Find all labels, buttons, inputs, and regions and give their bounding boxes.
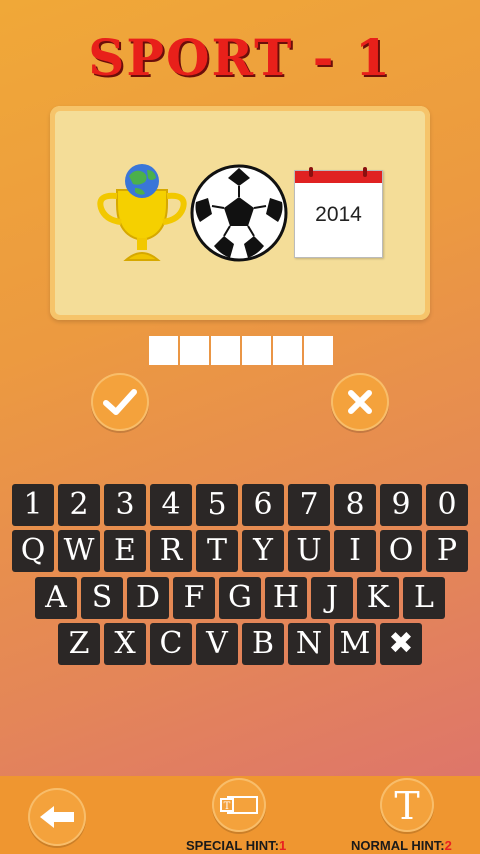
key-l[interactable]: L	[403, 577, 445, 619]
backspace-key[interactable]: ✖	[380, 623, 422, 665]
special-hint-text: SPECIAL HINT:1	[186, 838, 286, 853]
key-m[interactable]: M	[334, 623, 376, 665]
answer-slot[interactable]	[242, 336, 271, 365]
svg-text:T: T	[394, 785, 419, 825]
key-d[interactable]: D	[127, 577, 169, 619]
special-hint-count: 1	[278, 838, 287, 853]
answer-slot[interactable]	[211, 336, 240, 365]
key-3[interactable]: 3	[104, 484, 146, 526]
special-hint-icon: T	[220, 796, 258, 814]
calendar-icon: 2014	[294, 167, 383, 258]
key-7[interactable]: 7	[288, 484, 330, 526]
key-o[interactable]: O	[380, 530, 422, 572]
key-w[interactable]: W	[58, 530, 100, 572]
key-r[interactable]: R	[150, 530, 192, 572]
normal-hint-count: 2	[444, 838, 452, 853]
key-z[interactable]: Z	[58, 623, 100, 665]
submit-answer-button[interactable]	[91, 373, 149, 431]
key-9[interactable]: 9	[380, 484, 422, 526]
key-v[interactable]: V	[196, 623, 238, 665]
key-4[interactable]: 4	[150, 484, 192, 526]
key-e[interactable]: E	[104, 530, 146, 572]
key-y[interactable]: Y	[242, 530, 284, 572]
normal-hint-button[interactable]: T	[380, 778, 434, 832]
answer-slots	[149, 336, 333, 365]
key-b[interactable]: B	[242, 623, 284, 665]
answer-slot[interactable]	[180, 336, 209, 365]
svg-text:T: T	[224, 801, 231, 812]
page-title: SPORT - 1	[88, 28, 392, 87]
answer-slot[interactable]	[273, 336, 302, 365]
key-p[interactable]: P	[426, 530, 468, 572]
keyboard-row-numbers: 1 2 3 4 5 6 7 8 9 0	[0, 484, 480, 526]
checkmark-icon	[103, 389, 137, 415]
key-1[interactable]: 1	[12, 484, 54, 526]
normal-hint-label: NORMAL HINT:	[351, 838, 445, 853]
key-a[interactable]: A	[35, 577, 77, 619]
key-f[interactable]: F	[173, 577, 215, 619]
key-8[interactable]: 8	[334, 484, 376, 526]
normal-hint-text: NORMAL HINT:2	[351, 838, 452, 853]
world-cup-trophy-icon	[97, 164, 187, 261]
key-h[interactable]: H	[265, 577, 307, 619]
key-j[interactable]: J	[311, 577, 353, 619]
key-q[interactable]: Q	[12, 530, 54, 572]
keyboard-row-zxcv: Z X C V B N M ✖	[0, 623, 480, 665]
answer-slot[interactable]	[304, 336, 333, 365]
special-hint-label: SPECIAL HINT:	[186, 838, 279, 853]
key-u[interactable]: U	[288, 530, 330, 572]
key-0[interactable]: 0	[426, 484, 468, 526]
back-arrow-icon	[40, 806, 74, 828]
keyboard-row-qwerty: Q W E R T Y U I O P	[0, 530, 480, 572]
close-icon	[348, 390, 372, 414]
clear-answer-button[interactable]	[331, 373, 389, 431]
key-k[interactable]: K	[357, 577, 399, 619]
key-5[interactable]: 5	[196, 484, 238, 526]
key-t[interactable]: T	[196, 530, 238, 572]
key-s[interactable]: S	[81, 577, 123, 619]
soccer-ball-icon	[190, 164, 288, 262]
special-hint-button[interactable]: T	[212, 778, 266, 832]
key-g[interactable]: G	[219, 577, 261, 619]
key-x[interactable]: X	[104, 623, 146, 665]
key-c[interactable]: C	[150, 623, 192, 665]
key-2[interactable]: 2	[58, 484, 100, 526]
back-button[interactable]	[28, 788, 86, 846]
answer-slot[interactable]	[149, 336, 178, 365]
key-n[interactable]: N	[288, 623, 330, 665]
keyboard-row-asdf: A S D F G H J K L	[0, 577, 480, 619]
calendar-year-text: 2014	[315, 203, 362, 226]
letter-t-icon: T	[394, 785, 419, 825]
key-6[interactable]: 6	[242, 484, 284, 526]
key-i[interactable]: I	[334, 530, 376, 572]
